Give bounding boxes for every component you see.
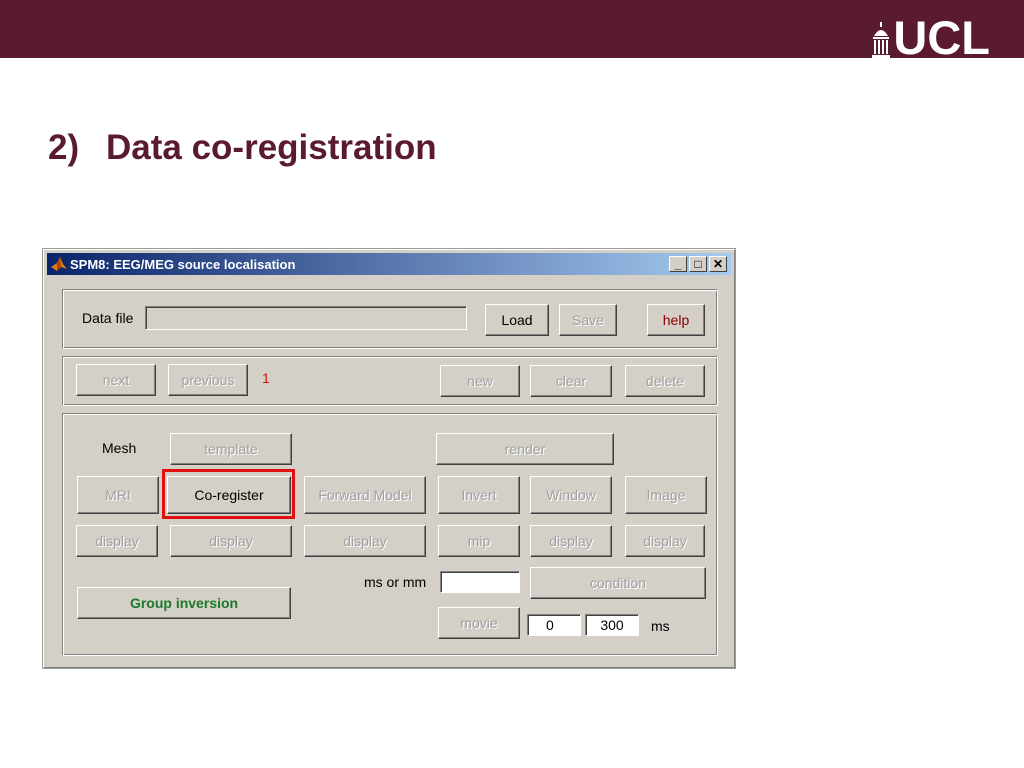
maximize-button[interactable]: □	[689, 256, 707, 272]
main-panel: Mesh template render MRI Co-register For…	[62, 413, 718, 656]
display-window-button[interactable]: display	[530, 525, 612, 557]
window-button[interactable]: Window	[530, 476, 612, 514]
minimize-button[interactable]: _	[669, 256, 687, 272]
display-forward-model-button[interactable]: display	[304, 525, 426, 557]
mip-button[interactable]: mip	[438, 525, 520, 557]
save-button[interactable]: Save	[559, 304, 617, 336]
ms-or-mm-field[interactable]	[440, 571, 520, 593]
display-coregister-button[interactable]: display	[170, 525, 292, 557]
ms-unit-label: ms	[651, 618, 670, 634]
delete-button[interactable]: delete	[625, 365, 705, 397]
help-button[interactable]: help	[647, 304, 705, 336]
portico-dome-icon	[872, 22, 891, 58]
data-file-label: Data file	[82, 310, 134, 326]
header-bar: UCL	[0, 0, 1024, 64]
render-button[interactable]: render	[436, 433, 614, 465]
ms-or-mm-label: ms or mm	[364, 574, 427, 590]
invert-button[interactable]: Invert	[438, 476, 520, 514]
forward-model-button[interactable]: Forward Model	[304, 476, 426, 514]
slide-title-number: 2)	[48, 128, 80, 167]
load-button[interactable]: Load	[485, 304, 549, 336]
ucl-logo: UCL	[871, 11, 990, 64]
next-button[interactable]: next	[76, 364, 156, 396]
slide-title-text: Data co-registration	[106, 128, 437, 167]
slide-title: 2) Data co-registration	[48, 128, 437, 168]
coregister-highlight	[162, 469, 295, 519]
file-panel: Data file Load Save help	[62, 289, 718, 349]
close-button[interactable]: ✕	[709, 256, 727, 272]
group-inversion-button[interactable]: Group inversion	[77, 587, 291, 619]
spm-window: SPM8: EEG/MEG source localisation _ □ ✕ …	[42, 248, 736, 669]
navigation-panel: next previous 1 new clear delete	[62, 356, 718, 406]
matlab-icon	[51, 257, 67, 271]
display-mri-button[interactable]: display	[76, 525, 158, 557]
mesh-label: Mesh	[102, 440, 137, 456]
new-button[interactable]: new	[440, 365, 520, 397]
window-title: SPM8: EEG/MEG source localisation	[70, 256, 296, 272]
condition-button[interactable]: condition	[530, 567, 706, 599]
window-titlebar[interactable]: SPM8: EEG/MEG source localisation _ □ ✕	[47, 253, 731, 275]
previous-button[interactable]: previous	[168, 364, 248, 396]
image-button[interactable]: Image	[625, 476, 707, 514]
logo-text: UCL	[893, 11, 990, 64]
template-button[interactable]: template	[170, 433, 292, 465]
mri-button[interactable]: MRI	[77, 476, 159, 514]
model-index: 1	[262, 370, 270, 386]
time-start-field[interactable]: 0	[527, 614, 581, 636]
clear-button[interactable]: clear	[530, 365, 612, 397]
data-file-field[interactable]	[145, 306, 467, 330]
display-image-button[interactable]: display	[625, 525, 705, 557]
movie-button[interactable]: movie	[438, 607, 520, 639]
time-end-field[interactable]: 300	[585, 614, 639, 636]
